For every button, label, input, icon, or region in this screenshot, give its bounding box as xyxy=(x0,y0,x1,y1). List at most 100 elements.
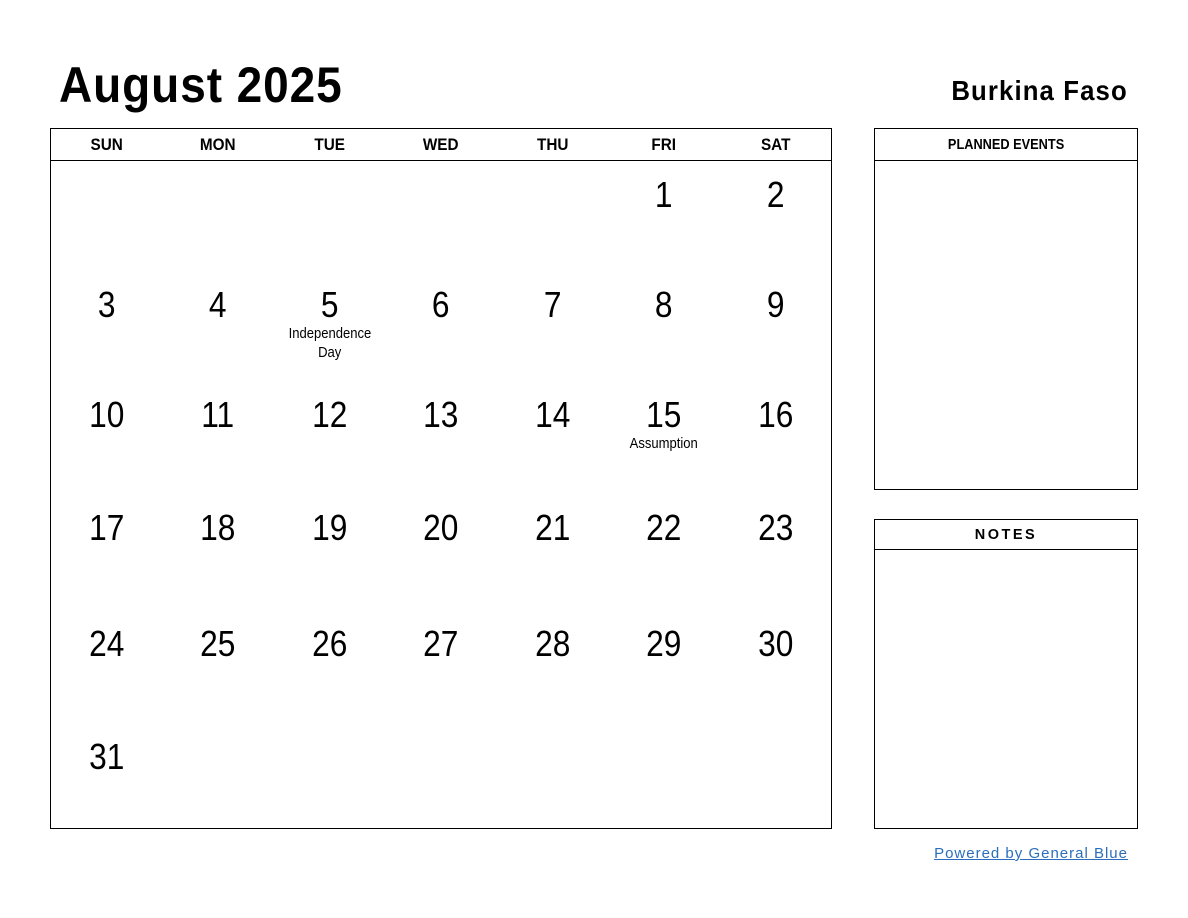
week-row: 12 xyxy=(51,161,831,271)
month-title: August 2025 xyxy=(59,57,343,113)
day-cell[interactable]: 29 xyxy=(608,610,719,723)
day-number: 8 xyxy=(654,284,673,325)
day-number: 24 xyxy=(89,623,125,664)
planned-events-panel: PLANNED EVENTS xyxy=(874,128,1138,490)
day-number: 19 xyxy=(311,507,348,548)
powered-by-link[interactable]: Powered by General Blue xyxy=(934,845,1128,862)
day-cell[interactable]: 11 xyxy=(162,381,273,494)
week-row: 31 xyxy=(51,723,831,828)
week-row: 24 25 26 27 28 29 30 xyxy=(51,610,831,723)
day-number: 9 xyxy=(766,284,785,325)
day-cell[interactable]: 31 xyxy=(51,723,162,828)
day-number: 10 xyxy=(89,394,125,435)
day-number: 4 xyxy=(209,284,227,325)
day-cell[interactable]: 12 xyxy=(274,381,385,494)
holiday-label: Independence Day xyxy=(288,326,372,361)
day-number: 29 xyxy=(646,623,682,664)
day-cell[interactable]: 14 xyxy=(497,381,608,494)
day-cell[interactable]: 18 xyxy=(162,494,273,610)
day-cell[interactable]: 27 xyxy=(385,610,496,723)
weekday-sun: SUN xyxy=(90,135,123,154)
day-number: 20 xyxy=(423,507,459,548)
weekday-sat: SAT xyxy=(760,135,790,154)
day-number: 7 xyxy=(543,284,562,325)
empty-cell xyxy=(720,723,831,828)
day-number: 13 xyxy=(423,394,459,435)
day-cell[interactable]: 22 xyxy=(608,494,719,610)
day-cell[interactable]: 19 xyxy=(274,494,385,610)
day-number: 23 xyxy=(757,507,793,548)
day-number: 1 xyxy=(654,174,673,215)
empty-cell xyxy=(162,161,273,271)
weekday-wed: WED xyxy=(423,135,459,154)
day-number: 3 xyxy=(97,284,116,325)
notes-area[interactable] xyxy=(875,550,1137,828)
day-number: 31 xyxy=(89,736,125,777)
day-cell[interactable]: 2 xyxy=(720,161,831,271)
days-grid: 1 2 3 4 5 Independence Day 6 7 8 9 10 11 12 13 14 15 Ass… xyxy=(51,161,831,828)
week-row: 10 11 12 13 14 15 Assumption 16 xyxy=(51,381,831,494)
day-cell[interactable]: 16 xyxy=(720,381,831,494)
day-cell[interactable]: 21 xyxy=(497,494,608,610)
planned-events-area[interactable] xyxy=(875,161,1137,489)
day-cell[interactable]: 7 xyxy=(497,271,608,381)
day-number: 26 xyxy=(311,623,348,664)
empty-cell xyxy=(497,161,608,271)
day-number: 27 xyxy=(423,623,459,664)
day-number: 22 xyxy=(646,507,682,548)
day-cell[interactable]: 13 xyxy=(385,381,496,494)
day-cell[interactable]: 17 xyxy=(51,494,162,610)
day-number: 15 xyxy=(646,394,682,435)
empty-cell xyxy=(385,723,496,828)
week-row: 3 4 5 Independence Day 6 7 8 9 xyxy=(51,271,831,381)
notes-panel: NOTES xyxy=(874,519,1138,829)
day-cell[interactable]: 15 Assumption xyxy=(608,381,719,494)
day-number: 21 xyxy=(534,507,571,548)
weekday-fri: FRI xyxy=(651,135,677,154)
day-number: 6 xyxy=(432,284,450,325)
day-cell[interactable]: 10 xyxy=(51,381,162,494)
empty-cell xyxy=(51,161,162,271)
day-cell[interactable]: 8 xyxy=(608,271,719,381)
day-cell[interactable]: 24 xyxy=(51,610,162,723)
day-cell[interactable]: 20 xyxy=(385,494,496,610)
day-cell[interactable]: 26 xyxy=(274,610,385,723)
day-number: 11 xyxy=(201,394,235,435)
empty-cell xyxy=(385,161,496,271)
day-number: 14 xyxy=(534,394,571,435)
empty-cell xyxy=(274,723,385,828)
empty-cell xyxy=(274,161,385,271)
day-number: 5 xyxy=(320,284,339,325)
day-cell[interactable]: 30 xyxy=(720,610,831,723)
day-cell[interactable]: 28 xyxy=(497,610,608,723)
day-number: 17 xyxy=(89,507,125,548)
week-row: 17 18 19 20 21 22 23 xyxy=(51,494,831,610)
day-cell[interactable]: 9 xyxy=(720,271,831,381)
day-cell[interactable]: 4 xyxy=(162,271,273,381)
day-cell[interactable]: 25 xyxy=(162,610,273,723)
weekday-tue: TUE xyxy=(314,135,345,154)
day-number: 18 xyxy=(200,507,236,548)
country-name: Burkina Faso xyxy=(951,75,1128,106)
day-number: 12 xyxy=(311,394,348,435)
day-number: 28 xyxy=(534,623,571,664)
weekday-mon: MON xyxy=(200,135,236,154)
day-cell[interactable]: 6 xyxy=(385,271,496,381)
empty-cell xyxy=(497,723,608,828)
calendar-grid: SUN MON TUE WED THU FRI SAT 1 2 3 4 5 Indepen… xyxy=(50,128,832,829)
day-cell[interactable]: 1 xyxy=(608,161,719,271)
notes-heading: NOTES xyxy=(875,520,1137,550)
holiday-label: Assumption xyxy=(629,436,698,452)
day-number: 30 xyxy=(757,623,793,664)
weekday-header: SUN MON TUE WED THU FRI SAT xyxy=(51,129,831,161)
day-cell[interactable]: 3 xyxy=(51,271,162,381)
day-cell[interactable]: 23 xyxy=(720,494,831,610)
weekday-thu: THU xyxy=(536,135,569,154)
empty-cell xyxy=(608,723,719,828)
day-cell[interactable]: 5 Independence Day xyxy=(274,271,385,381)
planned-events-heading: PLANNED EVENTS xyxy=(947,137,1065,153)
day-number: 25 xyxy=(200,623,236,664)
day-number: 2 xyxy=(766,174,785,215)
day-number: 16 xyxy=(757,394,793,435)
empty-cell xyxy=(162,723,273,828)
